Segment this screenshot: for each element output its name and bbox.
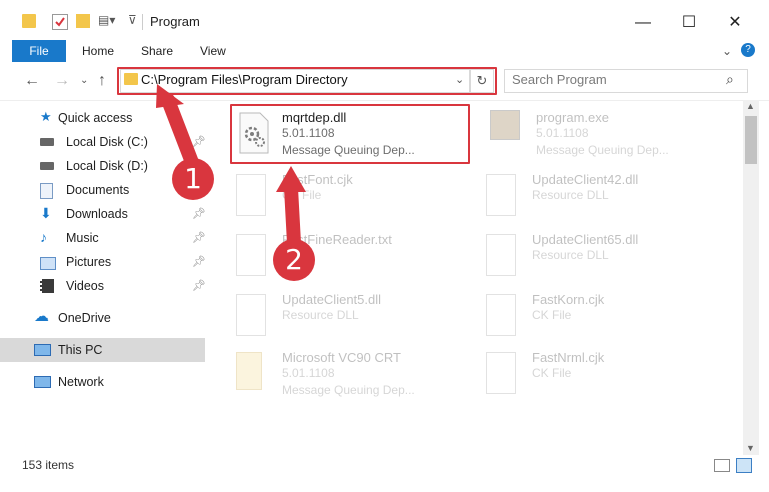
step-badge-2: 2: [273, 239, 315, 281]
step-badge-1: 1: [172, 158, 214, 200]
annotation-arrows: [156, 84, 306, 250]
